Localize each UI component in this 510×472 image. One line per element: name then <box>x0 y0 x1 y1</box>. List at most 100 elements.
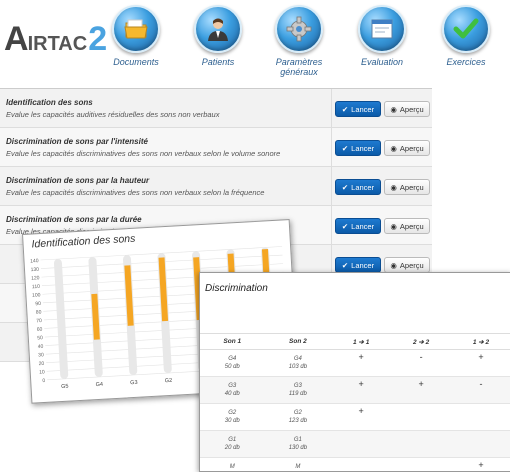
launch-button[interactable]: ✔Lancer <box>335 179 381 195</box>
sound-2-cell: G3119 db <box>265 377 332 404</box>
sound-2-level: 119 db <box>266 390 331 398</box>
sound-2-cell: G2123 db <box>265 404 332 431</box>
preview-button[interactable]: ◉Aperçu <box>384 140 430 156</box>
nav-label-evaluation: Evaluation <box>342 57 422 67</box>
exercise-row: Discrimination de sons par la hauteurEva… <box>0 167 432 206</box>
exercise-description: Evalue les capacités discriminatives des… <box>6 188 264 197</box>
chart-title: Identification des sons <box>31 233 135 251</box>
sound-2-name: G2 <box>266 409 331 417</box>
sound-2-level: 123 db <box>266 417 331 425</box>
exercise-title: Discrimination de sons par la durée <box>6 215 142 224</box>
check-icon: ✔ <box>342 183 348 192</box>
y-tick-label: 90 <box>35 301 41 307</box>
sound-1-cell: G450 db <box>200 350 265 377</box>
result-2-2: + <box>391 377 451 404</box>
y-tick-label: 110 <box>32 284 41 290</box>
exercise-description: Evalue les capacités discriminatives des… <box>6 149 280 158</box>
preview-label: Aperçu <box>400 261 424 270</box>
nav-evaluation[interactable]: Evaluation <box>342 5 422 67</box>
nav-exercices[interactable]: Exercices <box>426 5 506 67</box>
y-tick-label: 100 <box>32 292 41 298</box>
preview-button[interactable]: ◉Aperçu <box>384 218 430 234</box>
sound-2-name: G1 <box>266 436 331 444</box>
y-tick-label: 30 <box>38 352 44 358</box>
airtac-logo[interactable]: AIRTAC2 <box>4 20 107 59</box>
sound-1-level: 40 db <box>201 390 264 398</box>
x-tick-label: G5 <box>61 384 69 390</box>
x-tick-label: G3 <box>130 380 138 386</box>
result-2-2 <box>391 404 451 431</box>
launch-button[interactable]: ✔Lancer <box>335 101 381 117</box>
window-icon <box>358 5 406 53</box>
result-2-2 <box>391 431 451 458</box>
column-header: Son 2 <box>265 334 332 350</box>
nav-label-documents: Documents <box>96 57 176 67</box>
patient-icon <box>194 5 242 53</box>
y-tick-label: 40 <box>38 344 44 350</box>
check-icon: ✔ <box>342 105 348 114</box>
sound-2-level: 130 db <box>266 444 331 452</box>
eye-icon: ◉ <box>390 144 397 153</box>
sound-2-name: G3 <box>266 382 331 390</box>
logo-letter-a: A <box>4 20 28 58</box>
column-header: 2 ➔ 2 <box>391 334 451 350</box>
discrimination-table: Son 1 Son 2 1 ➔ 1 2 ➔ 2 1 ➔ 2 G450 dbG41… <box>200 333 510 472</box>
launch-button[interactable]: ✔Lancer <box>335 257 381 273</box>
result-1-1 <box>331 431 391 458</box>
nav-parametres[interactable]: Paramètres généraux <box>259 5 339 77</box>
y-tick-label: 120 <box>31 275 40 281</box>
check-icon: ✔ <box>342 144 348 153</box>
x-tick-label: G4 <box>96 382 104 388</box>
gear-icon <box>275 5 323 53</box>
result-1-1: + <box>331 404 391 431</box>
preview-button[interactable]: ◉Aperçu <box>384 101 430 117</box>
preview-label: Aperçu <box>400 105 424 114</box>
check-icon: ✔ <box>342 222 348 231</box>
y-tick-label: 10 <box>39 369 45 375</box>
launch-label: Lancer <box>351 144 374 153</box>
table-row: G450 dbG4103 db+-+ <box>200 350 510 377</box>
nav-patients[interactable]: Patients <box>178 5 258 67</box>
preview-button[interactable]: ◉Aperçu <box>384 257 430 273</box>
sound-1-cell: G230 db <box>200 404 265 431</box>
column-header: Son 1 <box>200 334 265 350</box>
logo-text: IRTAC <box>28 33 88 55</box>
result-1-2 <box>451 404 510 431</box>
launch-label: Lancer <box>351 183 374 192</box>
preview-button[interactable]: ◉Aperçu <box>384 179 430 195</box>
y-tick-label: 60 <box>37 327 43 333</box>
nav-documents[interactable]: Documents <box>96 5 176 67</box>
sound-1-name: G2 <box>201 409 264 417</box>
nav-label-exercices: Exercices <box>426 57 506 67</box>
divider <box>331 89 332 127</box>
exercise-row: Discrimination de sons par l'intensité Ev… <box>0 128 432 167</box>
eye-icon: ◉ <box>390 105 397 114</box>
launch-label: Lancer <box>351 105 374 114</box>
table-row: G120 dbG1130 db <box>200 431 510 458</box>
sound-2-cell: G4103 db <box>265 350 332 377</box>
launch-button[interactable]: ✔Lancer <box>335 218 381 234</box>
launch-button[interactable]: ✔Lancer <box>335 140 381 156</box>
y-tick-label: 140 <box>30 258 39 264</box>
preview-label: Aperçu <box>400 183 424 192</box>
y-tick-label: 50 <box>37 335 43 341</box>
preview-label: Aperçu <box>400 144 424 153</box>
sound-1-level: 50 db <box>201 363 264 371</box>
divider <box>331 167 332 205</box>
y-tick-label: 80 <box>36 309 42 315</box>
app-header: AIRTAC2 Documents Patients Paramètres gé… <box>0 0 510 88</box>
y-tick-label: 0 <box>42 378 45 384</box>
exercise-title: Discrimination de sons par l'intensité <box>6 137 148 146</box>
column-header: 1 ➔ 2 <box>451 334 510 350</box>
sound-2-name: G4 <box>266 355 331 363</box>
sound-1-level: 30 db <box>201 417 264 425</box>
discrimination-title: Discrimination <box>205 283 268 294</box>
divider <box>331 128 332 166</box>
y-tick-label: 130 <box>31 267 40 273</box>
sound-1-name: G4 <box>201 355 264 363</box>
sound-1-cell: G120 db <box>200 431 265 458</box>
result-1-2: - <box>451 377 510 404</box>
eye-icon: ◉ <box>390 261 397 270</box>
sound-2-cell: G1130 db <box>265 431 332 458</box>
sound-1-cell: G340 db <box>200 377 265 404</box>
